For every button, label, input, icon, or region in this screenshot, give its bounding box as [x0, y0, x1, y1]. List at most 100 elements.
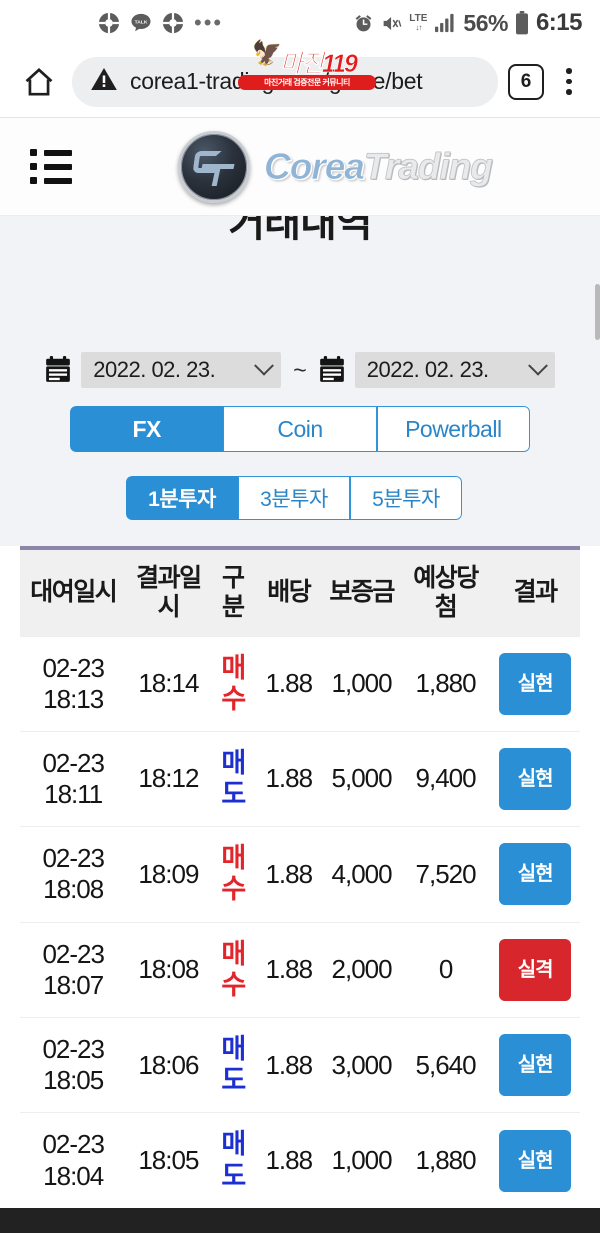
alarm-icon: [353, 13, 374, 34]
table-row[interactable]: 02-23 18:08 18:09 매수 1.88 4,000 7,520 실현: [20, 826, 580, 923]
tab-3min[interactable]: 3분투자: [238, 476, 350, 520]
page-title: 거래내역: [228, 216, 372, 245]
cell-lend-datetime: 02-23 18:07: [20, 921, 127, 1018]
cell-odds: 1.88: [255, 921, 323, 1018]
chevron-down-icon: [254, 355, 275, 376]
cell-lend-datetime: 02-23 18:08: [20, 826, 127, 923]
cell-result: 실현: [490, 1112, 580, 1208]
kebab-menu-icon[interactable]: [554, 59, 584, 105]
brand-wordmark: Corea Trading: [264, 145, 494, 188]
cell-result: 실현: [490, 1016, 580, 1113]
browser-toolbar: corea1-trading.com/game/bet 6: [0, 46, 600, 118]
side-label-buy: 매수: [221, 938, 246, 1000]
cell-result-time: 18:06: [126, 1016, 211, 1113]
tab-counter-button[interactable]: 6: [508, 63, 544, 100]
cell-side: 매수: [210, 635, 256, 732]
tab-1min[interactable]: 1분투자: [126, 476, 238, 520]
table-row[interactable]: 02-23 18:11 18:12 매도 1.88 5,000 9,400 실현: [20, 730, 580, 827]
table-header: 대여일시 결과일시 구분 배당 보증금 예상당첨 결과: [20, 548, 580, 636]
svg-text:TALK: TALK: [135, 20, 148, 26]
cell-odds: 1.88: [255, 1016, 323, 1113]
col-header-odds: 배당: [255, 548, 323, 636]
status-badge-win: 실현: [499, 652, 572, 715]
col-header-result-datetime: 결과일시: [126, 548, 211, 636]
calendar-icon: [45, 356, 71, 384]
battery-percent-label: 56%: [463, 9, 508, 36]
col-header-expected-payout: 예상당첨: [400, 548, 491, 636]
cell-result: 실현: [490, 635, 580, 732]
side-label-sell: 매도: [221, 747, 246, 810]
cell-odds: 1.88: [255, 730, 323, 827]
cell-deposit: 3,000: [322, 1016, 401, 1113]
cell-expected: 5,640: [400, 1016, 491, 1113]
tab-5min[interactable]: 5분투자: [350, 476, 462, 520]
status-badge-win: 실현: [499, 1129, 572, 1192]
status-badge-win: 실현: [499, 843, 572, 906]
side-label-buy: 매수: [221, 843, 246, 905]
table-row[interactable]: 02-23 18:13 18:14 매수 1.88 1,000 1,880 실현: [20, 635, 580, 732]
side-label-sell: 매도: [221, 1034, 246, 1096]
status-bar-clock: 6:15: [535, 9, 583, 36]
cell-result-time: 18:05: [126, 1112, 211, 1208]
tab-coin[interactable]: Coin: [223, 406, 377, 452]
cell-deposit: 1,000: [322, 635, 401, 732]
address-bar[interactable]: corea1-trading.com/game/bet: [72, 56, 498, 107]
corea-trading-logo-icon: [178, 130, 250, 203]
cell-result: 실현: [490, 730, 580, 827]
transaction-table-wrap: 대여일시 결과일시 구분 배당 보증금 예상당첨 결과 02-23 18:13 1…: [0, 42, 600, 1208]
tab-fx[interactable]: FX: [70, 406, 224, 452]
table-row[interactable]: 02-23 18:05 18:06 매도 1.88 3,000 5,640 실현: [20, 1016, 580, 1113]
table-header-row: 대여일시 결과일시 구분 배당 보증금 예상당첨 결과: [20, 548, 580, 636]
cell-deposit: 1,000: [322, 1112, 401, 1208]
address-bar-url: corea1-trading.com/game/bet: [130, 68, 423, 94]
cell-lend-datetime: 02-23 18:13: [20, 635, 127, 732]
tab-powerball[interactable]: Powerball: [376, 406, 530, 452]
brand-logo[interactable]: Corea Trading: [178, 130, 494, 203]
chevron-down-icon: [527, 355, 548, 376]
network-traffic-arrows: ↓↑: [415, 23, 422, 32]
cell-odds: 1.88: [255, 826, 323, 923]
cell-lend-datetime: 02-23 18:05: [20, 1016, 127, 1113]
status-badge-win: 실현: [499, 748, 572, 811]
mute-vibrate-icon: [381, 13, 402, 34]
col-header-side: 구분: [210, 548, 256, 636]
cell-result-time: 18:09: [126, 826, 211, 923]
cell-deposit: 5,000: [322, 730, 401, 827]
col-header-result: 결과: [490, 548, 580, 636]
status-badge-lose: 실격: [499, 938, 572, 1001]
interval-tabs: 1분투자 3분투자 5분투자: [126, 476, 462, 520]
cell-expected: 1,880: [400, 635, 491, 732]
cell-deposit: 2,000: [322, 921, 401, 1018]
home-icon[interactable]: [16, 59, 62, 105]
tab-counter-label: 6: [520, 70, 532, 92]
signal-bars-icon: [434, 13, 456, 33]
cell-result-time: 18:14: [126, 635, 211, 732]
battery-icon: [515, 11, 529, 35]
cell-lend-datetime: 02-23 18:11: [20, 730, 127, 827]
camera-shutter-icon: [162, 12, 184, 34]
cell-expected: 9,400: [400, 730, 491, 827]
cell-expected: 7,520: [400, 826, 491, 923]
interval-tabs-wrap: 1분투자 3분투자 5분투자: [0, 452, 600, 520]
col-header-deposit: 보증금: [322, 548, 401, 636]
page-scrollbar[interactable]: [595, 284, 600, 340]
page-content: 거래내역 2022. 02. 23. ~ 2022. 02. 23. FX Co…: [0, 42, 600, 1208]
cell-result-time: 18:08: [126, 921, 211, 1018]
cell-side: 매도: [210, 730, 256, 827]
camera-shutter-icon: [98, 12, 120, 34]
site-footer: Copyright © 2019 Corea Trading. All righ…: [0, 1207, 600, 1233]
site-header: Corea Trading: [0, 118, 600, 216]
date-to-select[interactable]: 2022. 02. 23.: [354, 352, 555, 388]
cell-result: 실격: [490, 921, 580, 1018]
table-row[interactable]: 02-23 18:04 18:05 매도 1.88 1,000 1,880 실현: [20, 1112, 580, 1208]
kakaotalk-icon: TALK: [130, 12, 152, 34]
phone-screen: TALK ••• LTE ↓↑ 56% 6:15 corea1-trading.…: [0, 0, 600, 1233]
table-row[interactable]: 02-23 18:07 18:08 매수 1.88 2,000 0 실격: [20, 921, 580, 1018]
cell-side: 매수: [210, 921, 256, 1018]
cell-expected: 0: [400, 921, 491, 1018]
date-range-separator: ~: [293, 356, 307, 383]
date-from-select[interactable]: 2022. 02. 23.: [81, 352, 282, 388]
cell-lend-datetime: 02-23 18:04: [20, 1112, 127, 1208]
hamburger-menu-icon[interactable]: [30, 149, 74, 184]
brand-word-trading: Trading: [363, 145, 494, 187]
